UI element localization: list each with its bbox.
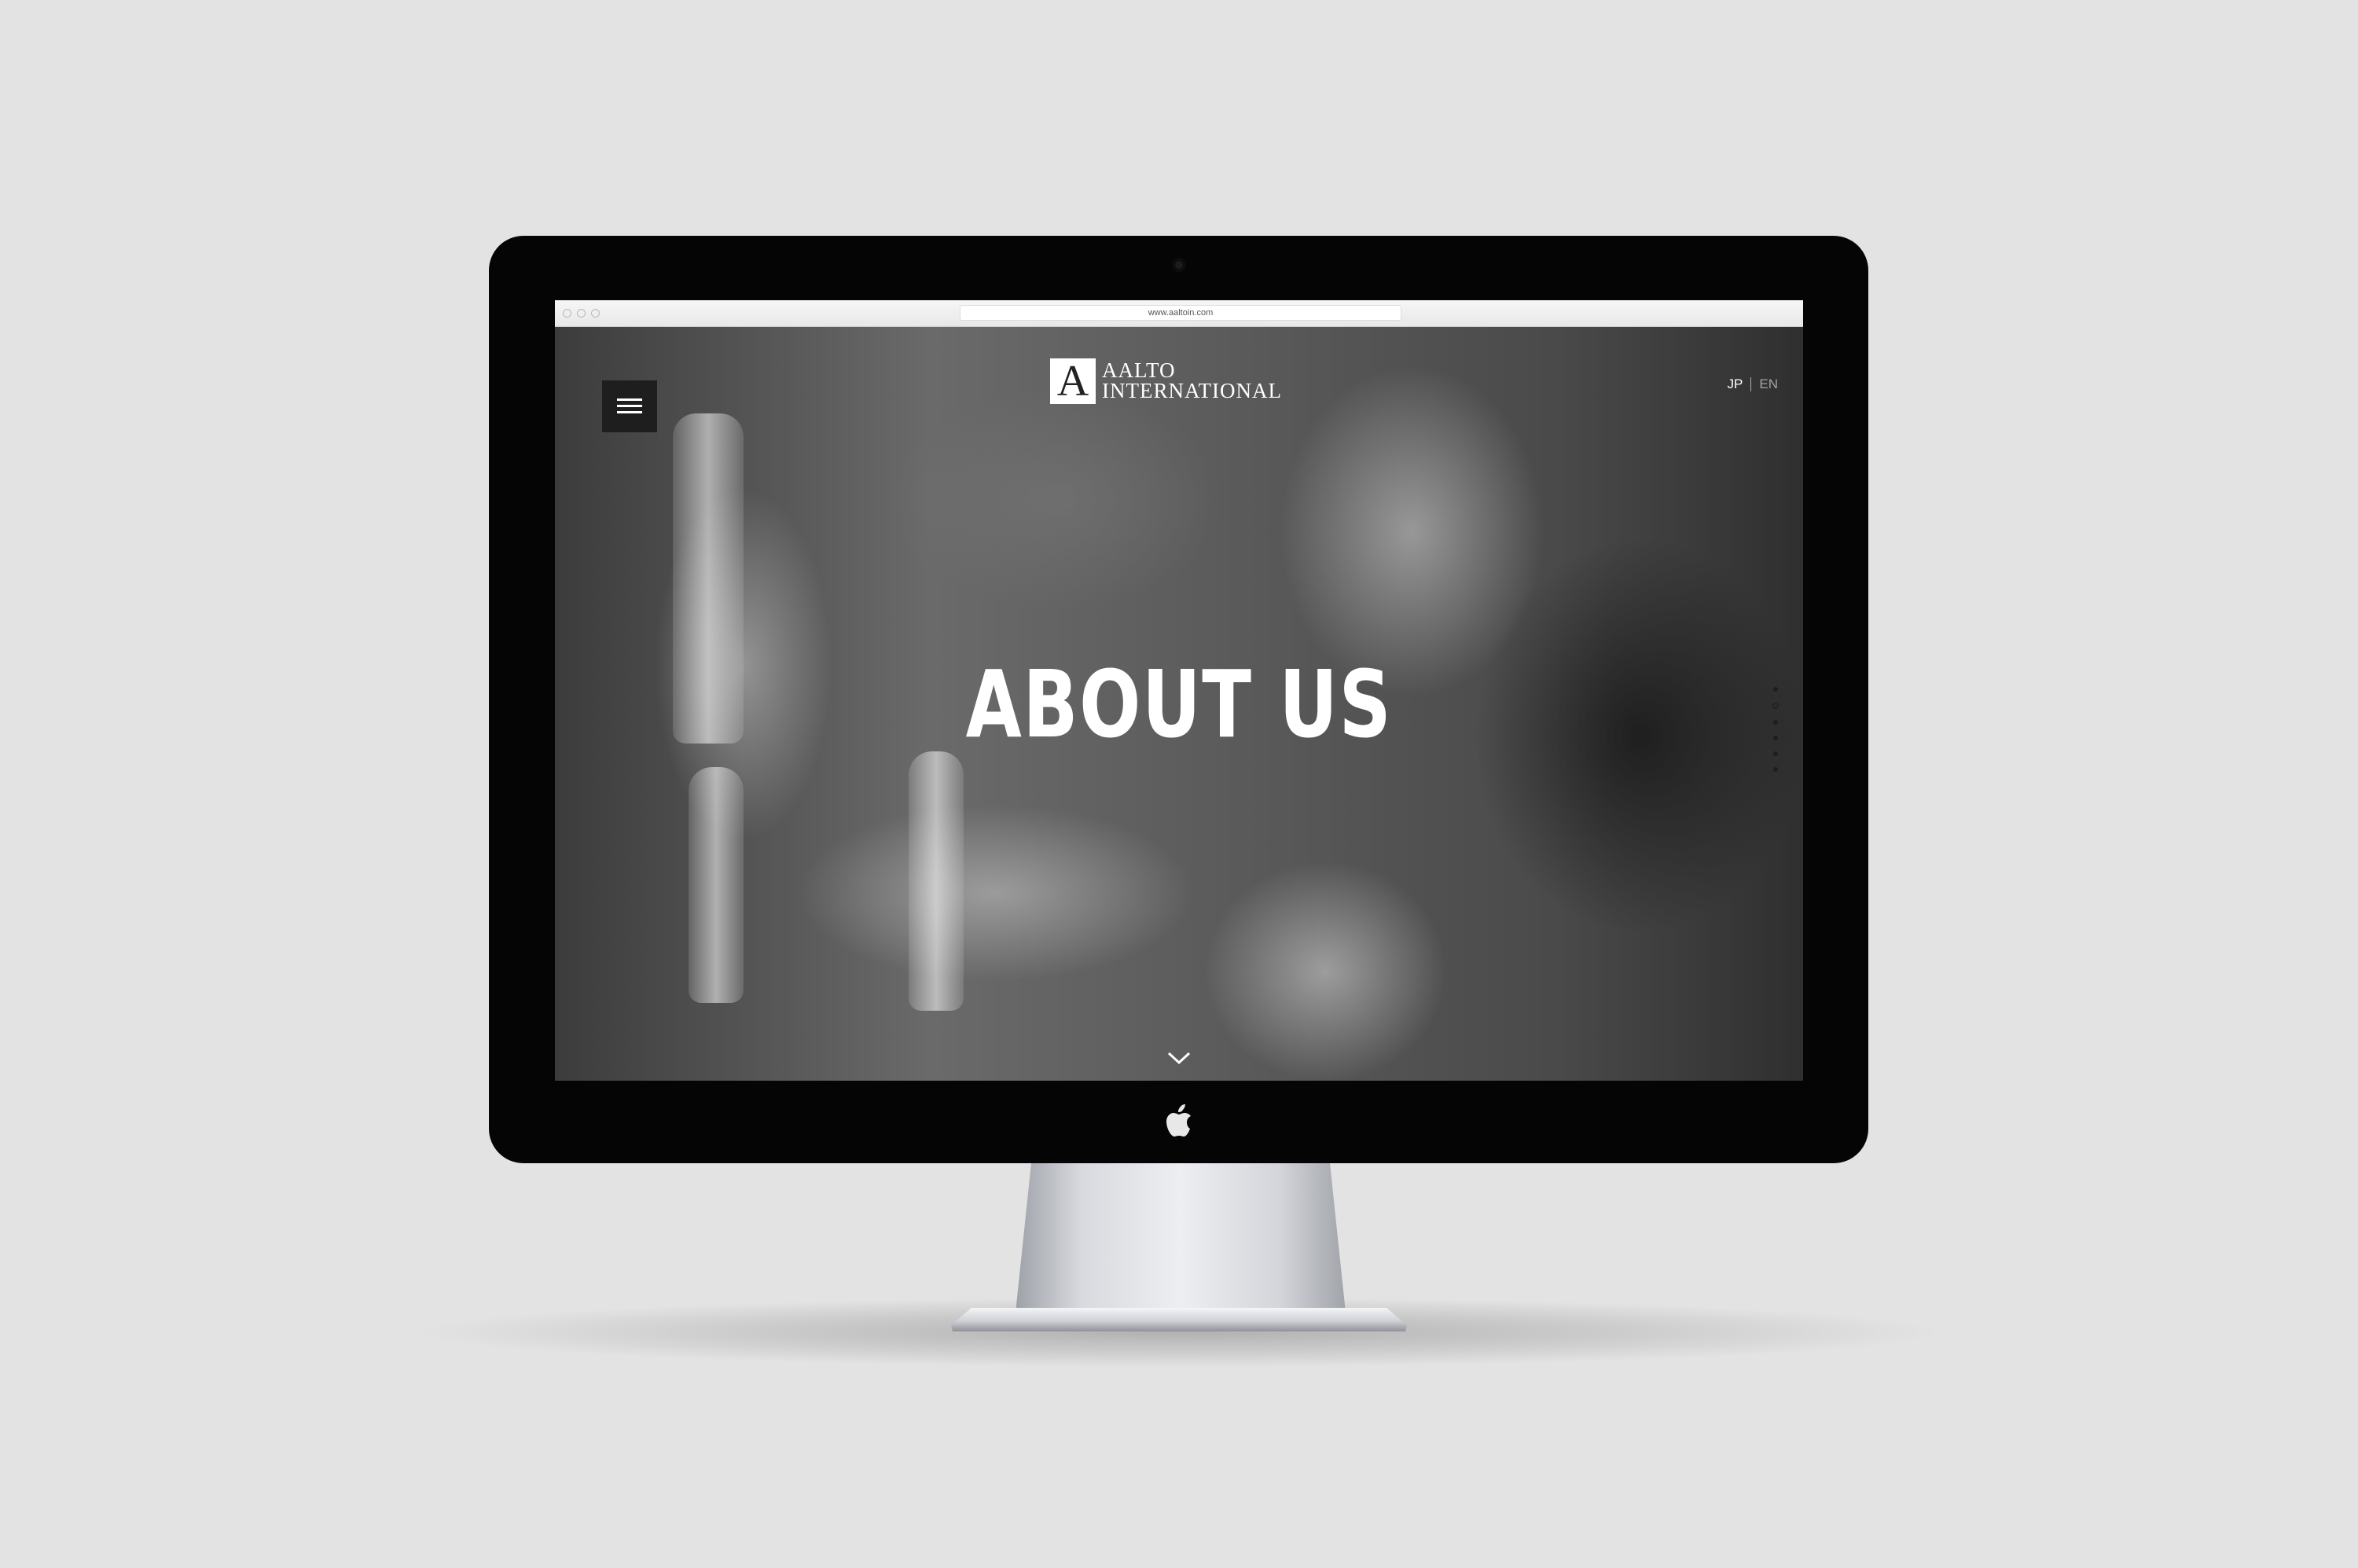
language-switcher: JP EN bbox=[1728, 376, 1778, 392]
logo-mark: A bbox=[1050, 358, 1096, 404]
screen: www.aaltoin.com A AALTO INTERNATIONAL JP… bbox=[555, 300, 1803, 1081]
hamburger-menu-icon bbox=[617, 411, 642, 413]
browser-toolbar: www.aaltoin.com bbox=[555, 300, 1803, 327]
section-dot[interactable] bbox=[1773, 751, 1778, 756]
section-dot-active[interactable] bbox=[1772, 703, 1779, 709]
language-jp-link[interactable]: JP bbox=[1728, 376, 1743, 392]
logo-text-line2: INTERNATIONAL bbox=[1102, 379, 1282, 402]
menu-button[interactable] bbox=[602, 380, 657, 432]
address-bar[interactable]: www.aaltoin.com bbox=[960, 305, 1401, 321]
page-title: ABOUT US bbox=[965, 650, 1393, 758]
language-en-link[interactable]: EN bbox=[1759, 376, 1778, 392]
background-photo bbox=[689, 767, 744, 1003]
window-zoom-button[interactable] bbox=[591, 309, 600, 318]
site-logo[interactable]: A AALTO INTERNATIONAL bbox=[1050, 358, 1317, 413]
section-dot[interactable] bbox=[1773, 720, 1778, 725]
hamburger-menu-icon bbox=[617, 405, 642, 407]
hamburger-menu-icon bbox=[617, 398, 642, 401]
camera-icon bbox=[1172, 258, 1186, 272]
window-minimize-button[interactable] bbox=[577, 309, 586, 318]
monitor-stand bbox=[1016, 1163, 1346, 1313]
monitor-stand-base bbox=[951, 1308, 1407, 1331]
chevron-down-icon[interactable] bbox=[1166, 1050, 1192, 1066]
section-dot[interactable] bbox=[1773, 736, 1778, 740]
apple-logo-icon bbox=[1166, 1104, 1191, 1137]
section-pagination bbox=[1772, 687, 1780, 783]
background-photo bbox=[909, 751, 964, 1011]
section-dot[interactable] bbox=[1773, 687, 1778, 692]
section-dot[interactable] bbox=[1773, 767, 1778, 772]
window-close-button[interactable] bbox=[563, 309, 571, 318]
language-divider bbox=[1750, 377, 1752, 391]
hero-section: A AALTO INTERNATIONAL JP EN ABOUT US bbox=[555, 327, 1803, 1081]
